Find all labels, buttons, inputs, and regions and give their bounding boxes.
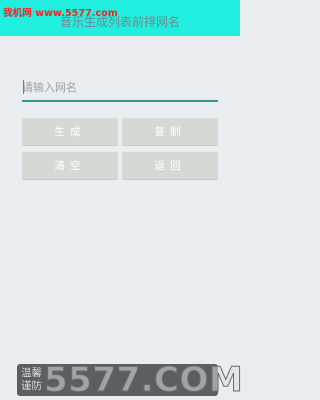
- text-cursor: [23, 80, 24, 94]
- watermark-bottom: 5577.COM: [43, 360, 244, 400]
- generate-button[interactable]: 生成: [22, 118, 118, 145]
- watermark-top: 我机网 www.5577.com: [3, 8, 118, 19]
- toast-line-1: 温馨: [21, 367, 42, 379]
- nickname-input-container: [22, 74, 218, 102]
- copy-button[interactable]: 复制: [122, 118, 218, 145]
- toast-line-2: 谨防: [21, 380, 42, 392]
- back-button[interactable]: 返回: [122, 152, 218, 179]
- clear-button[interactable]: 清空: [22, 152, 118, 179]
- nickname-input[interactable]: [22, 74, 218, 102]
